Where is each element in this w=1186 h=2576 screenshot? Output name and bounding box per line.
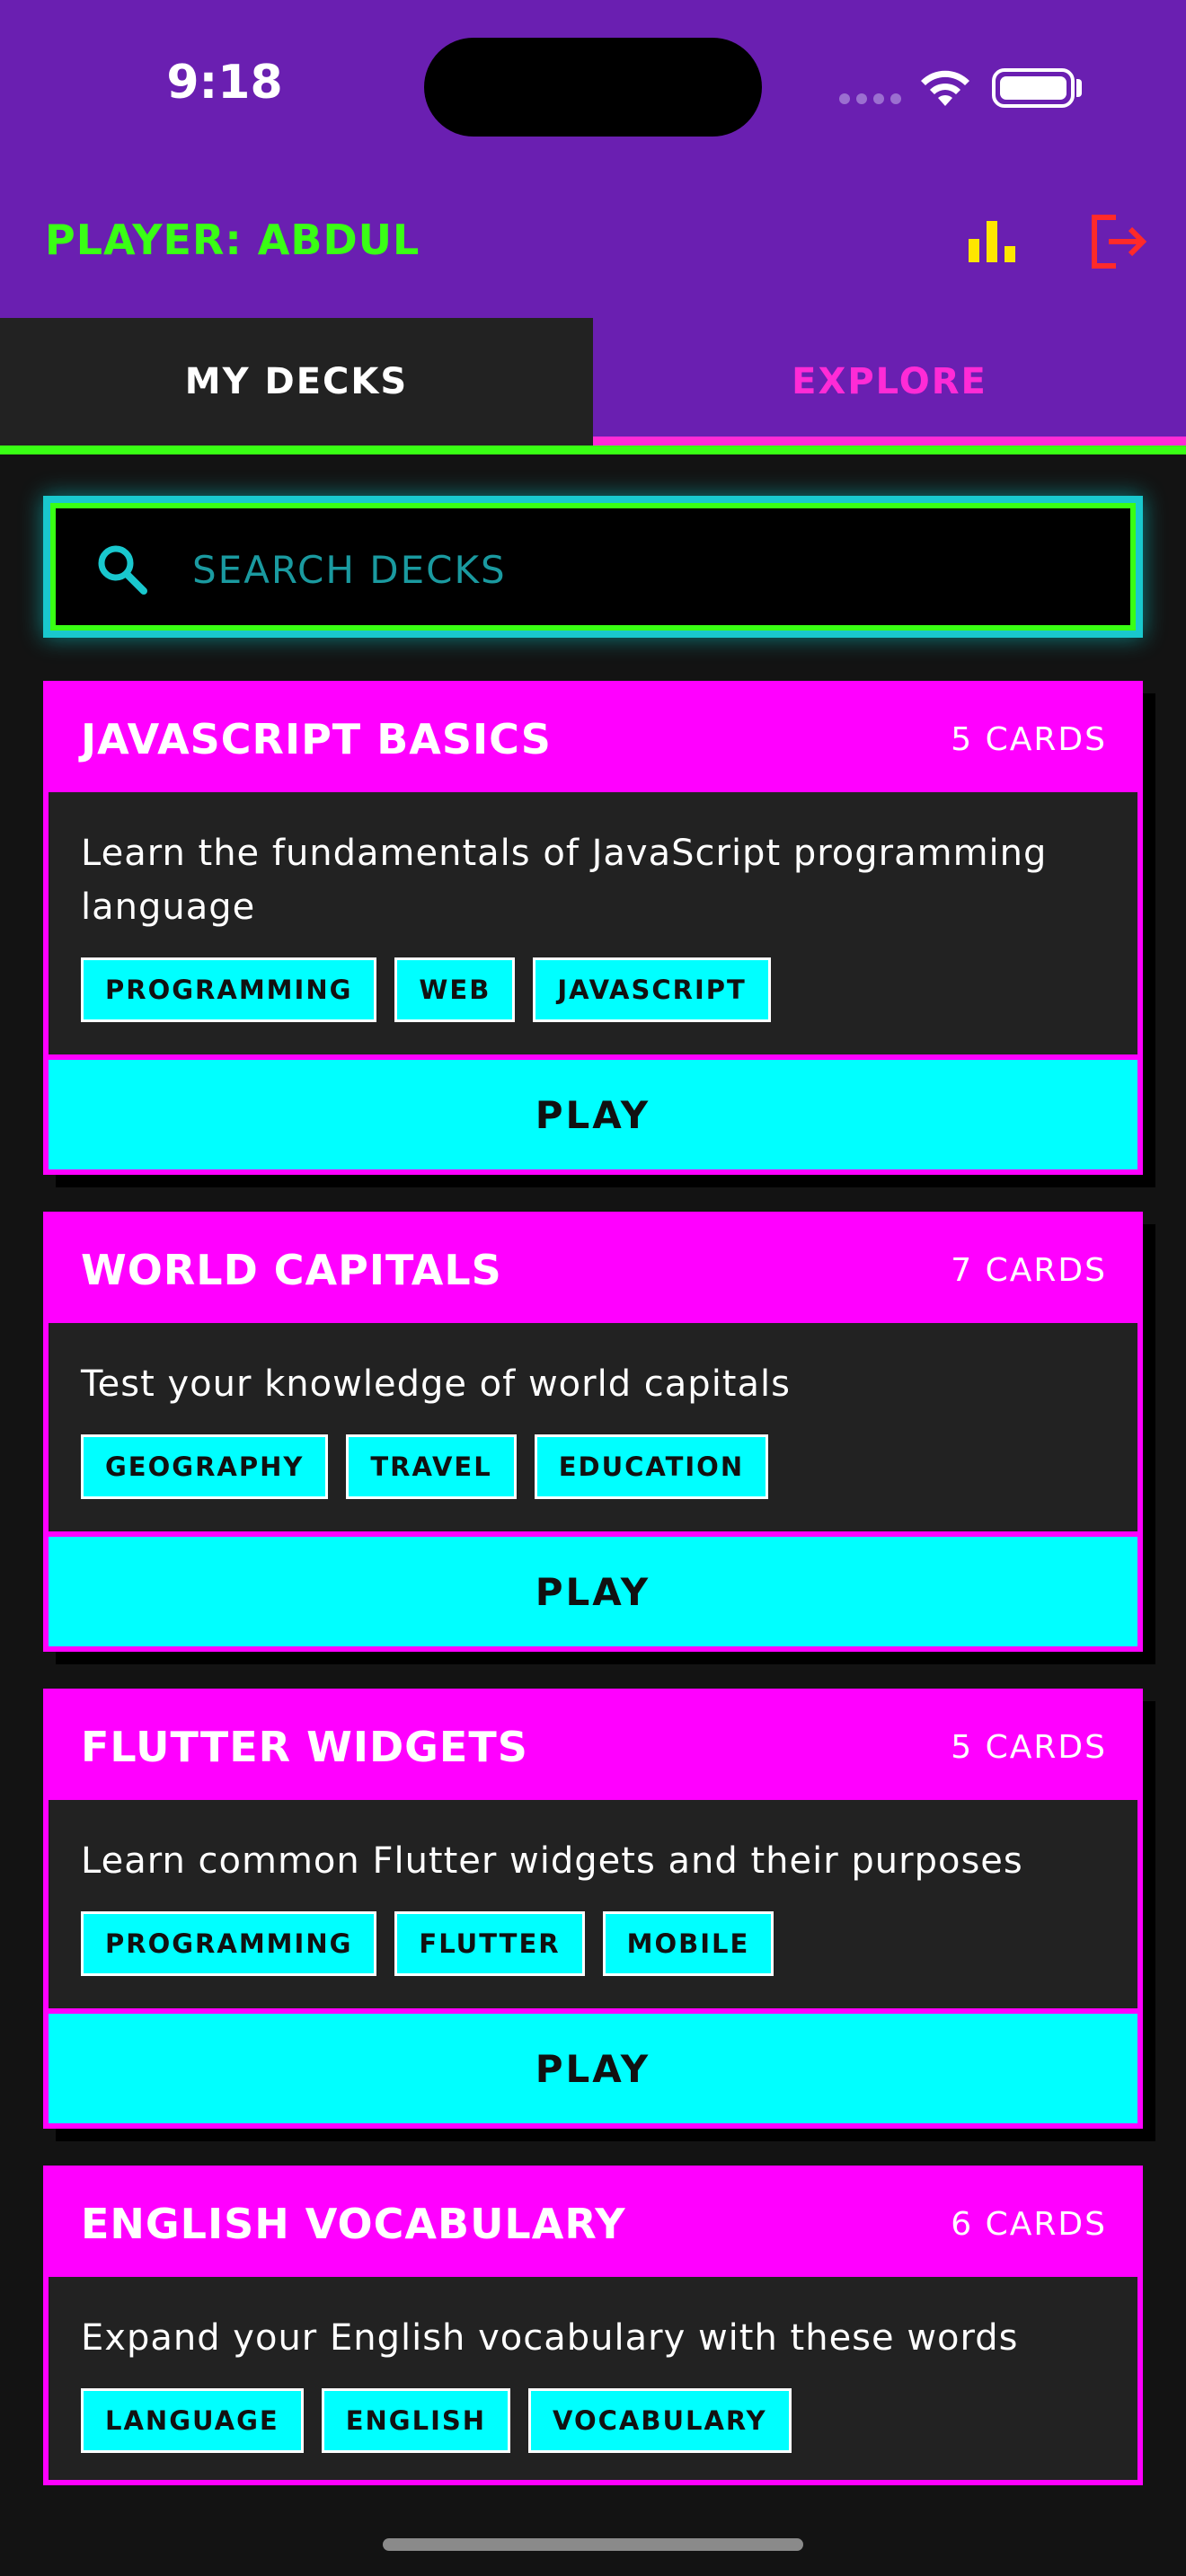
wifi-icon bbox=[921, 70, 969, 106]
tab-divider bbox=[593, 437, 1186, 446]
deck-card: FLUTTER WIDGETS 5 CARDS Learn common Flu… bbox=[43, 1689, 1155, 2141]
deck-card-count: 5 CARDS bbox=[951, 1728, 1107, 1766]
deck-content: Learn common Flutter widgets and their p… bbox=[49, 1800, 1137, 2008]
deck-card-count: 6 CARDS bbox=[951, 2205, 1107, 2243]
deck-tags: PROGRAMMING WEB JAVASCRIPT bbox=[81, 957, 1105, 1022]
deck-description: Expand your English vocabulary with thes… bbox=[81, 2317, 1019, 2359]
tab-divider-bottom bbox=[593, 446, 1186, 454]
bar-chart-icon[interactable] bbox=[967, 219, 1017, 264]
deck-title: FLUTTER WIDGETS bbox=[81, 1723, 528, 1771]
deck-tag: WEB bbox=[394, 957, 516, 1022]
deck-tags: GEOGRAPHY TRAVEL EDUCATION bbox=[81, 1434, 1105, 1499]
deck-title: ENGLISH VOCABULARY bbox=[81, 2200, 626, 2248]
deck-tag: TRAVEL bbox=[346, 1434, 517, 1499]
deck-card-body: FLUTTER WIDGETS 5 CARDS Learn common Flu… bbox=[43, 1689, 1143, 2129]
battery-icon bbox=[992, 68, 1075, 108]
deck-card-body: ENGLISH VOCABULARY 6 CARDS Expand your E… bbox=[43, 2166, 1143, 2485]
play-button[interactable]: PLAY bbox=[49, 2008, 1137, 2123]
deck-tag: VOCABULARY bbox=[528, 2388, 792, 2453]
deck-title: WORLD CAPITALS bbox=[81, 1246, 502, 1294]
deck-header: JAVASCRIPT BASICS 5 CARDS bbox=[49, 686, 1137, 792]
deck-card: ENGLISH VOCABULARY 6 CARDS Expand your E… bbox=[43, 2166, 1143, 2485]
search-field bbox=[50, 503, 1136, 631]
dynamic-island bbox=[424, 38, 762, 137]
deck-tag: PROGRAMMING bbox=[81, 957, 377, 1022]
deck-tag: ENGLISH bbox=[321, 2388, 511, 2453]
play-button[interactable]: PLAY bbox=[49, 1054, 1137, 1169]
deck-tag: LANGUAGE bbox=[81, 2388, 304, 2453]
deck-card-body: WORLD CAPITALS 7 CARDS Test your knowled… bbox=[43, 1212, 1143, 1652]
deck-tags: LANGUAGE ENGLISH VOCABULARY bbox=[81, 2388, 1105, 2453]
deck-title: JAVASCRIPT BASICS bbox=[81, 715, 552, 763]
deck-header: ENGLISH VOCABULARY 6 CARDS bbox=[49, 2171, 1137, 2277]
deck-header: FLUTTER WIDGETS 5 CARDS bbox=[49, 1694, 1137, 1800]
deck-tags: PROGRAMMING FLUTTER MOBILE bbox=[81, 1911, 1105, 1976]
play-button[interactable]: PLAY bbox=[49, 1531, 1137, 1646]
tab-my-decks[interactable]: MY DECKS bbox=[0, 318, 593, 446]
tab-explore[interactable]: EXPLORE bbox=[593, 318, 1186, 446]
deck-card: WORLD CAPITALS 7 CARDS Test your knowled… bbox=[43, 1212, 1155, 1664]
deck-content: Test your knowledge of world capitals GE… bbox=[49, 1323, 1137, 1531]
search-box bbox=[43, 496, 1143, 638]
search-input[interactable] bbox=[192, 534, 1091, 605]
status-time: 9:18 bbox=[166, 56, 283, 110]
deck-card-count: 7 CARDS bbox=[951, 1251, 1107, 1289]
logout-icon[interactable] bbox=[1089, 214, 1148, 269]
app-header: 9:18 PLAYER: ABDUL bbox=[0, 0, 1186, 318]
deck-tag: JAVASCRIPT bbox=[533, 957, 771, 1022]
home-indicator[interactable] bbox=[383, 2538, 803, 2551]
search-icon bbox=[98, 545, 147, 595]
deck-tag: MOBILE bbox=[602, 1911, 774, 1976]
deck-content: Expand your English vocabulary with thes… bbox=[49, 2277, 1137, 2480]
deck-description: Test your knowledge of world capitals bbox=[81, 1363, 791, 1405]
deck-card: JAVASCRIPT BASICS 5 CARDS Learn the fund… bbox=[43, 681, 1155, 1187]
player-label: PLAYER: ABDUL bbox=[45, 216, 420, 264]
battery-tip bbox=[1076, 79, 1082, 97]
deck-header: WORLD CAPITALS 7 CARDS bbox=[49, 1217, 1137, 1323]
deck-description: Learn the fundamentals of JavaScript pro… bbox=[81, 833, 1048, 928]
deck-tag: PROGRAMMING bbox=[81, 1911, 377, 1976]
deck-description: Learn common Flutter widgets and their p… bbox=[81, 1840, 1023, 1882]
deck-content: Learn the fundamentals of JavaScript pro… bbox=[49, 792, 1137, 1054]
deck-card-body: JAVASCRIPT BASICS 5 CARDS Learn the fund… bbox=[43, 681, 1143, 1175]
deck-tag: FLUTTER bbox=[394, 1911, 585, 1976]
deck-tag: GEOGRAPHY bbox=[81, 1434, 329, 1499]
cellular-signal-icon bbox=[839, 93, 902, 106]
tab-indicator bbox=[0, 446, 593, 454]
app-screen: 9:18 PLAYER: ABDUL MY DECKS EXPLORE SEAR… bbox=[0, 0, 1186, 2576]
deck-tag: EDUCATION bbox=[534, 1434, 769, 1499]
deck-card-count: 5 CARDS bbox=[951, 720, 1107, 758]
